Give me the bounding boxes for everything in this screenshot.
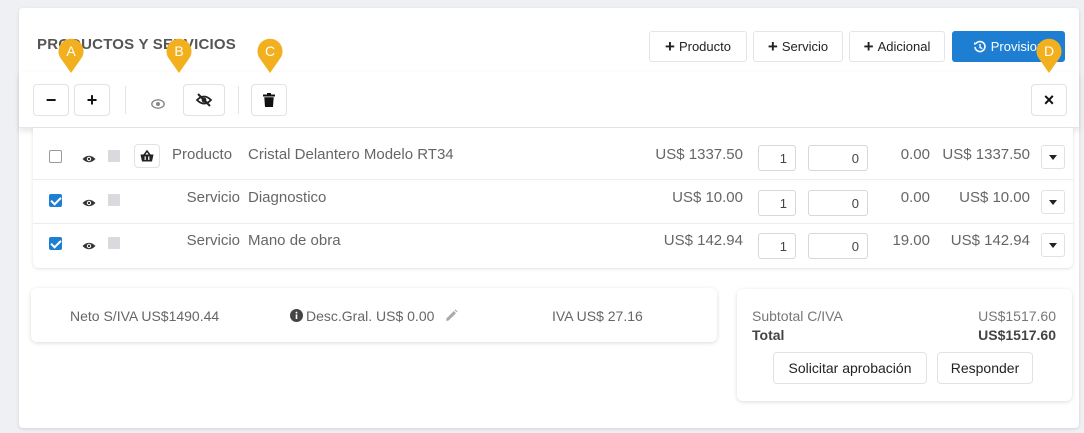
svg-text:A: A: [66, 43, 76, 59]
quantity-input[interactable]: 1: [758, 190, 796, 216]
add-additional-button[interactable]: + Adicional: [849, 31, 945, 62]
svg-text:C: C: [265, 43, 275, 59]
subtotal-label: Subtotal C/IVA: [752, 308, 843, 324]
hide-button[interactable]: [183, 84, 225, 116]
discount-input[interactable]: 0: [808, 233, 868, 259]
item-type: Producto: [172, 146, 233, 163]
row-checkbox[interactable]: [49, 194, 62, 207]
show-icon[interactable]: [151, 96, 165, 109]
add-additional-label: Adicional: [877, 39, 931, 54]
plus-icon: +: [86, 89, 98, 110]
delete-button[interactable]: [251, 84, 287, 116]
item-description: Cristal Delantero Modelo RT34: [248, 146, 454, 163]
svg-text:B: B: [174, 43, 183, 59]
plus-icon: +: [863, 37, 874, 56]
minus-icon: −: [45, 89, 57, 110]
item-price: US$ 142.94: [663, 232, 743, 249]
selection-toolbar: [19, 72, 1079, 128]
general-discount-text: Desc.Gral. US$ 0.00: [306, 308, 435, 324]
marker-d: D: [1035, 36, 1063, 74]
request-approval-button[interactable]: Solicitar aprobación: [773, 352, 927, 384]
item-tax: 0.00: [900, 146, 930, 163]
eye-icon[interactable]: [82, 151, 96, 163]
close-icon: ×: [1043, 89, 1055, 110]
plus-icon: +: [767, 37, 778, 56]
add-product-button[interactable]: + Producto: [649, 31, 747, 62]
item-type: Servicio: [186, 189, 240, 206]
item-total: US$ 1337.50: [942, 146, 1030, 163]
document-icon: [108, 237, 120, 249]
row-checkbox[interactable]: [49, 150, 62, 163]
expand-button[interactable]: +: [74, 84, 110, 116]
respond-button[interactable]: Responder: [937, 352, 1033, 384]
close-toolbar-button[interactable]: ×: [1031, 84, 1067, 116]
item-tax: 19.00: [892, 232, 930, 249]
total-value: US$1517.60: [978, 327, 1056, 343]
item-description: Diagnostico: [248, 189, 327, 206]
eye-slash-icon: [195, 93, 213, 107]
add-product-label: Producto: [678, 39, 731, 54]
trash-icon: [263, 93, 275, 107]
basket-icon: [140, 150, 154, 162]
row-checkbox[interactable]: [49, 237, 62, 250]
document-icon: [108, 194, 120, 206]
quantity-input[interactable]: 1: [758, 145, 796, 171]
svg-text:D: D: [1044, 43, 1054, 59]
discount-input[interactable]: 0: [808, 190, 868, 216]
row-menu-dropdown[interactable]: [1041, 190, 1065, 214]
item-price: US$ 1337.50: [655, 146, 743, 163]
document-icon: [108, 150, 120, 162]
eye-icon[interactable]: [82, 238, 96, 250]
item-description: Mano de obra: [248, 232, 341, 249]
marker-c: C: [256, 36, 284, 74]
history-icon: [973, 40, 986, 52]
total-label: Total: [752, 327, 785, 343]
row-divider: [33, 179, 1073, 180]
marker-a: A: [57, 36, 85, 74]
eye-icon[interactable]: [82, 195, 96, 207]
subtotal-value: US$1517.60: [978, 308, 1056, 324]
item-price: US$ 10.00: [672, 189, 743, 206]
iva-text: IVA US$ 27.16: [552, 308, 643, 324]
neto-text: Neto S/IVA US$1490.44: [70, 308, 220, 324]
totals-card: [737, 289, 1072, 401]
row-menu-dropdown[interactable]: [1041, 233, 1065, 257]
toolbar-divider: [125, 86, 126, 114]
basket-button[interactable]: [134, 144, 160, 168]
quantity-input[interactable]: 1: [758, 233, 796, 259]
toolbar-divider: [238, 86, 239, 114]
item-tax: 0.00: [900, 189, 930, 206]
plus-icon: +: [665, 37, 675, 56]
discount-input[interactable]: 0: [808, 145, 868, 171]
info-icon: [290, 309, 303, 322]
item-type: Servicio: [186, 232, 240, 249]
add-service-label: Servicio: [781, 39, 829, 54]
item-total: US$ 10.00: [959, 189, 1030, 206]
marker-b: B: [165, 36, 193, 74]
collapse-button[interactable]: −: [33, 84, 69, 116]
add-service-button[interactable]: + Servicio: [753, 31, 843, 62]
row-divider: [33, 223, 1073, 224]
item-total: US$ 142.94: [950, 232, 1030, 249]
edit-discount-icon[interactable]: [444, 309, 458, 323]
row-menu-dropdown[interactable]: [1041, 145, 1065, 169]
